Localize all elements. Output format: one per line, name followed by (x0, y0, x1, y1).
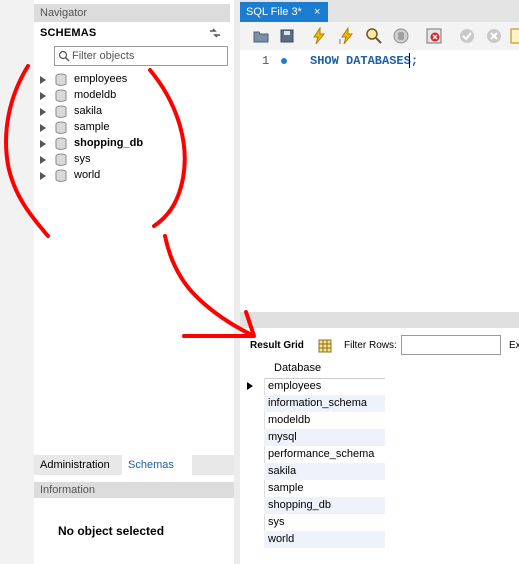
schema-name: sakila (74, 105, 103, 117)
left-edge-strip (0, 0, 34, 564)
stop-hand-icon[interactable] (392, 27, 410, 45)
row-header[interactable] (242, 480, 265, 497)
table-row[interactable]: information_schema (242, 395, 385, 412)
filter-objects-field[interactable] (54, 46, 228, 66)
table-row[interactable]: mysql (242, 429, 385, 446)
search-icon (58, 50, 70, 65)
row-header[interactable] (242, 378, 265, 395)
expand-arrow-icon[interactable] (40, 92, 46, 100)
expand-arrow-icon[interactable] (40, 76, 46, 84)
database-cell[interactable]: employees (264, 378, 385, 395)
line-marker-dot (281, 58, 287, 64)
tab-schemas[interactable]: Schemas (122, 455, 192, 475)
commit-check-icon[interactable] (458, 27, 476, 45)
filter-rows-label: Filter Rows: (344, 340, 397, 351)
database-icon (54, 169, 68, 186)
database-cell[interactable]: shopping_db (264, 497, 385, 514)
execute-current-icon[interactable]: I (338, 26, 356, 46)
refresh-icon[interactable] (208, 26, 222, 40)
table-row[interactable]: modeldb (242, 412, 385, 429)
export-label[interactable]: Ex (509, 340, 519, 351)
schema-item[interactable]: sys (40, 152, 220, 168)
schema-name: shopping_db (74, 137, 144, 149)
database-cell[interactable]: modeldb (264, 412, 385, 429)
row-header[interactable] (242, 497, 265, 514)
filter-rows-input[interactable] (401, 335, 501, 355)
schema-item[interactable]: modeldb (40, 88, 220, 104)
text-caret (409, 53, 410, 68)
table-row[interactable]: shopping_db (242, 497, 385, 514)
schema-name: world (74, 169, 101, 181)
tab-administration[interactable]: Administration (34, 455, 116, 475)
tab-sql-file[interactable]: SQL File 3* × (240, 2, 328, 22)
tab-sql-file-label: SQL File 3* (246, 6, 302, 18)
line-number: 1 (262, 54, 270, 68)
database-cell[interactable]: world (264, 531, 385, 548)
schema-item[interactable]: employees (40, 72, 220, 88)
row-header[interactable] (242, 446, 265, 463)
column-header-database[interactable]: Database (264, 358, 385, 379)
sql-editor[interactable] (240, 50, 519, 312)
grid-view-icon[interactable] (318, 339, 332, 356)
sql-code-line[interactable]: SHOW DATABASES; (310, 54, 418, 68)
schemas-label: SCHEMAS (40, 27, 97, 39)
open-folder-icon[interactable] (252, 27, 270, 45)
navigator-panel (34, 0, 234, 455)
schema-item[interactable]: sakila (40, 104, 220, 120)
explain-magnifier-icon[interactable] (365, 27, 383, 45)
schema-name: sample (74, 121, 110, 133)
column-header-label: Database (274, 362, 322, 374)
row-header[interactable] (242, 463, 265, 480)
table-row[interactable]: sample (242, 480, 385, 497)
schema-item[interactable]: shopping_db (40, 136, 220, 152)
rollback-cancel-icon[interactable] (485, 27, 503, 45)
autocommit-toggle-icon[interactable] (510, 27, 519, 45)
expand-arrow-icon[interactable] (40, 172, 46, 180)
save-icon[interactable] (278, 27, 296, 45)
database-cell[interactable]: sakila (264, 463, 385, 480)
database-cell[interactable]: information_schema (264, 395, 385, 412)
row-header[interactable] (242, 412, 265, 429)
database-cell[interactable]: mysql (264, 429, 385, 446)
row-header[interactable] (242, 531, 265, 548)
table-row[interactable]: world (242, 531, 385, 548)
result-grid-tab[interactable]: Result Grid (250, 340, 304, 351)
navigator-title: Navigator (34, 4, 230, 22)
execute-lightning-icon[interactable] (310, 26, 328, 45)
table-row[interactable]: sys (242, 514, 385, 531)
table-row[interactable]: employees (242, 378, 385, 395)
database-cell[interactable]: sample (264, 480, 385, 497)
schema-name: sys (74, 153, 91, 165)
row-header[interactable] (242, 395, 265, 412)
table-row[interactable]: performance_schema (242, 446, 385, 463)
schema-item[interactable]: world (40, 168, 220, 184)
schema-name: modeldb (74, 89, 117, 101)
schema-name: employees (74, 73, 128, 85)
database-cell[interactable]: sys (264, 514, 385, 531)
database-cell[interactable]: performance_schema (264, 446, 385, 463)
expand-arrow-icon[interactable] (40, 124, 46, 132)
filter-objects-input[interactable] (72, 48, 222, 64)
close-icon[interactable]: × (314, 2, 320, 22)
toggle-error-icon[interactable] (425, 27, 443, 45)
no-object-message: No object selected (58, 524, 165, 538)
information-title: Information (34, 482, 234, 498)
row-header[interactable] (242, 514, 265, 531)
schema-item[interactable]: sample (40, 120, 220, 136)
current-row-arrow-icon (247, 382, 253, 390)
row-header[interactable] (242, 429, 265, 446)
expand-arrow-icon[interactable] (40, 156, 46, 164)
expand-arrow-icon[interactable] (40, 108, 46, 116)
editor-results-splitter[interactable] (240, 312, 519, 328)
expand-arrow-icon[interactable] (40, 140, 46, 148)
table-row[interactable]: sakila (242, 463, 385, 480)
svg-text:I: I (339, 39, 341, 45)
